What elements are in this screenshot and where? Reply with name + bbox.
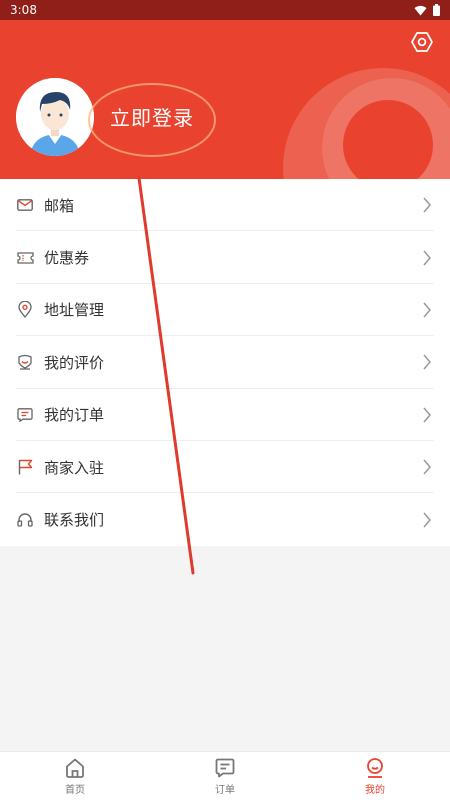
nav-label: 首页: [65, 784, 85, 796]
settings-icon: [411, 32, 433, 52]
settings-button[interactable]: [408, 28, 436, 56]
menu-item-label: 邮箱: [44, 196, 75, 215]
menu-list: 邮箱 优惠券 地址管理 我的评价 我的订单 商家入驻 联系我们: [0, 179, 450, 546]
avatar[interactable]: [16, 78, 94, 156]
bottom-nav: 首页 订单 我的: [0, 751, 450, 800]
chevron-right-icon: [423, 354, 431, 370]
menu-item-label: 商家入驻: [44, 458, 105, 477]
order-icon: [16, 406, 34, 424]
headset-icon: [16, 511, 34, 529]
login-link[interactable]: 立即登录: [110, 102, 194, 131]
menu-item-contact[interactable]: 联系我们: [0, 493, 450, 545]
nav-label: 我的: [365, 784, 385, 796]
nav-item-profile[interactable]: 我的: [300, 752, 450, 800]
default-avatar-icon: [16, 78, 94, 156]
menu-item-label: 地址管理: [44, 301, 105, 320]
order-icon: [215, 758, 235, 777]
mail-icon: [16, 196, 34, 214]
nav-item-orders[interactable]: 订单: [150, 752, 300, 800]
menu-item-coupons[interactable]: 优惠券: [0, 231, 450, 284]
profile-header: 立即登录: [0, 20, 450, 179]
chevron-right-icon: [423, 407, 431, 423]
flag-icon: [16, 458, 34, 476]
wifi-icon: [414, 5, 427, 16]
home-icon: [66, 758, 84, 778]
nav-item-home[interactable]: 首页: [0, 752, 150, 800]
coupon-icon: [16, 249, 34, 267]
menu-item-mailbox[interactable]: 邮箱: [0, 179, 450, 232]
status-time: 3:08: [10, 3, 37, 17]
location-pin-icon: [16, 301, 34, 319]
menu-item-orders[interactable]: 我的订单: [0, 389, 450, 441]
chevron-right-icon: [423, 512, 431, 528]
chevron-right-icon: [423, 250, 431, 266]
menu-item-merchant[interactable]: 商家入驻: [0, 441, 450, 494]
review-icon: [16, 353, 34, 371]
chevron-right-icon: [423, 197, 431, 213]
profile-icon: [367, 757, 383, 778]
chevron-right-icon: [423, 302, 431, 318]
menu-item-reviews[interactable]: 我的评价: [0, 336, 450, 389]
status-icons: [414, 4, 440, 16]
menu-item-label: 优惠券: [44, 249, 90, 268]
nav-label: 订单: [215, 784, 235, 796]
menu-item-label: 我的订单: [44, 406, 105, 425]
chevron-right-icon: [423, 459, 431, 475]
battery-icon: [433, 4, 440, 16]
status-bar: 3:08: [0, 0, 450, 20]
menu-item-address[interactable]: 地址管理: [0, 284, 450, 337]
menu-item-label: 我的评价: [44, 353, 105, 372]
menu-item-label: 联系我们: [44, 511, 105, 530]
